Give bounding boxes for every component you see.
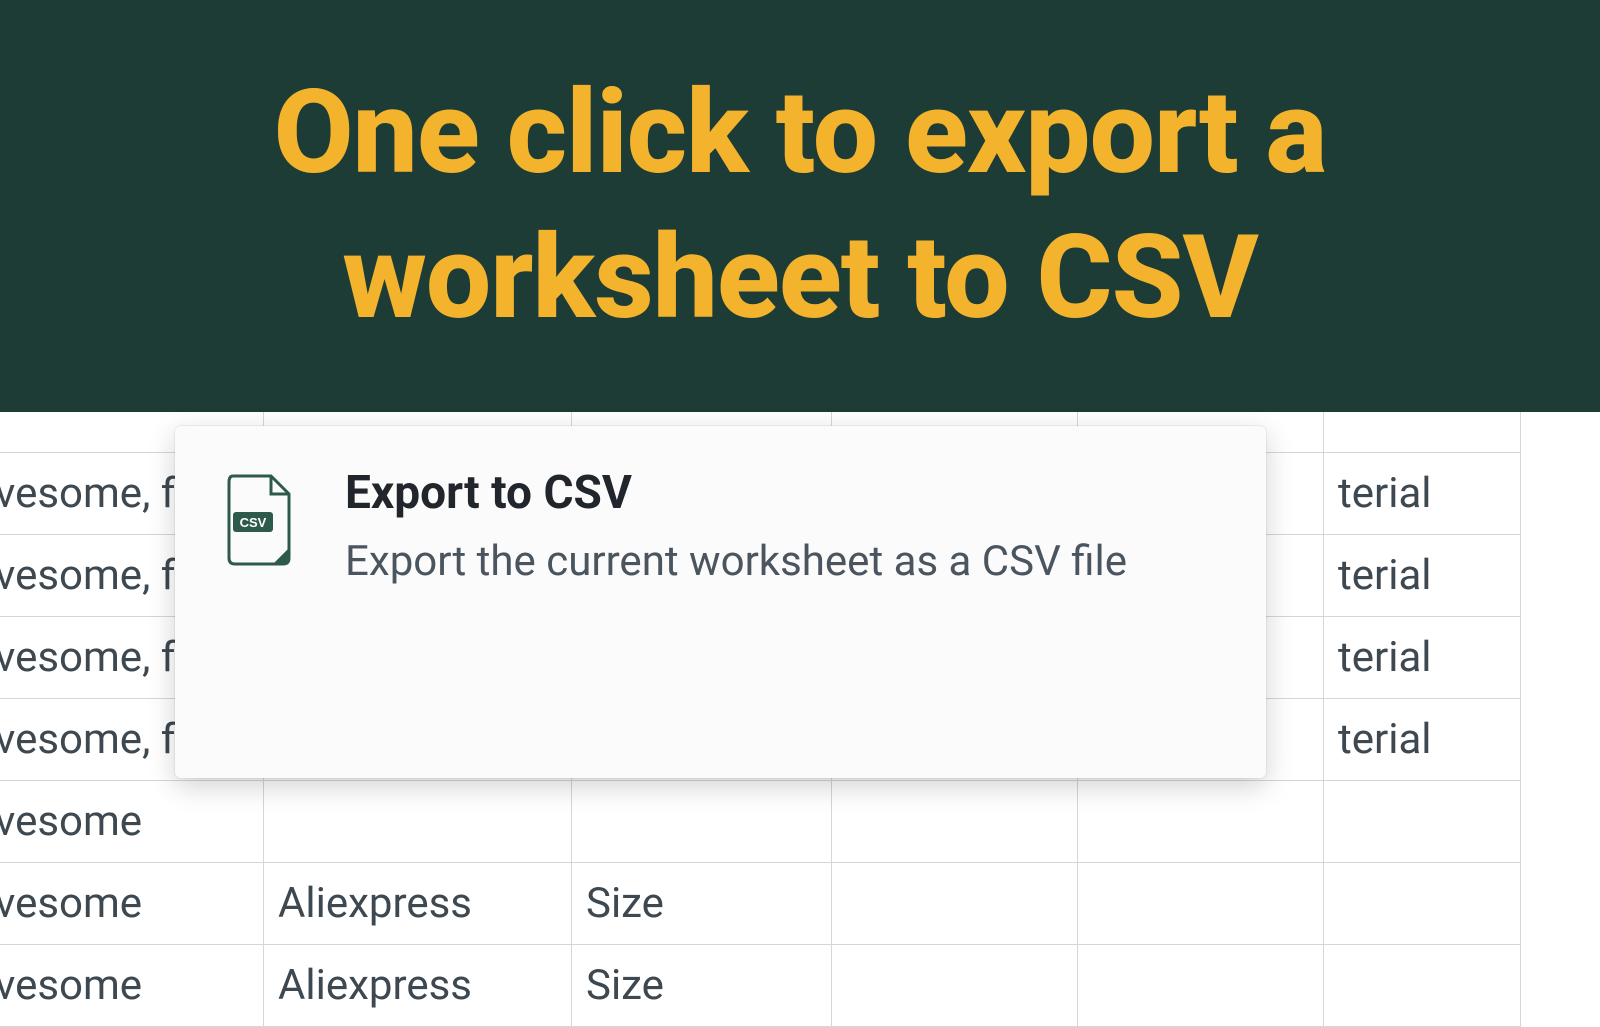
cell[interactable]: vesome xyxy=(0,944,264,1026)
cell[interactable] xyxy=(832,862,1078,944)
hero-banner: One click to export a worksheet to CSV xyxy=(0,0,1600,412)
csv-file-icon: CSV xyxy=(221,466,297,748)
cell[interactable] xyxy=(832,944,1078,1026)
cell[interactable] xyxy=(1324,412,1521,452)
table-row: vesome xyxy=(0,780,1521,862)
hero-headline: One click to export a worksheet to CSV xyxy=(0,61,1600,351)
cell[interactable] xyxy=(1324,944,1521,1026)
cell[interactable]: terial xyxy=(1324,452,1521,534)
cell[interactable]: terial xyxy=(1324,698,1521,780)
cell[interactable]: terial xyxy=(1324,616,1521,698)
cell[interactable]: vesome xyxy=(0,780,264,862)
export-csv-popup[interactable]: CSV Export to CSV Export the current wor… xyxy=(175,426,1266,778)
cell[interactable] xyxy=(1078,780,1324,862)
cell[interactable]: terial xyxy=(1324,534,1521,616)
cell[interactable] xyxy=(1078,944,1324,1026)
popup-title: Export to CSV xyxy=(345,466,1220,520)
cell[interactable] xyxy=(1078,862,1324,944)
table-row: vesome Aliexpress Size xyxy=(0,862,1521,944)
cell[interactable] xyxy=(264,780,572,862)
cell[interactable]: vesome xyxy=(0,862,264,944)
table-row: vesome Aliexpress Size xyxy=(0,944,1521,1026)
cell[interactable]: Aliexpress xyxy=(264,862,572,944)
cell[interactable]: Size xyxy=(572,944,832,1026)
cell[interactable] xyxy=(572,780,832,862)
cell[interactable]: Size xyxy=(572,862,832,944)
cell[interactable] xyxy=(832,780,1078,862)
cell[interactable] xyxy=(1324,780,1521,862)
popup-text-block: Export to CSV Export the current workshe… xyxy=(345,466,1220,748)
cell[interactable]: Aliexpress xyxy=(264,944,572,1026)
popup-description: Export the current worksheet as a CSV fi… xyxy=(345,534,1220,591)
cell[interactable] xyxy=(1324,862,1521,944)
csv-badge-text: CSV xyxy=(240,515,267,530)
